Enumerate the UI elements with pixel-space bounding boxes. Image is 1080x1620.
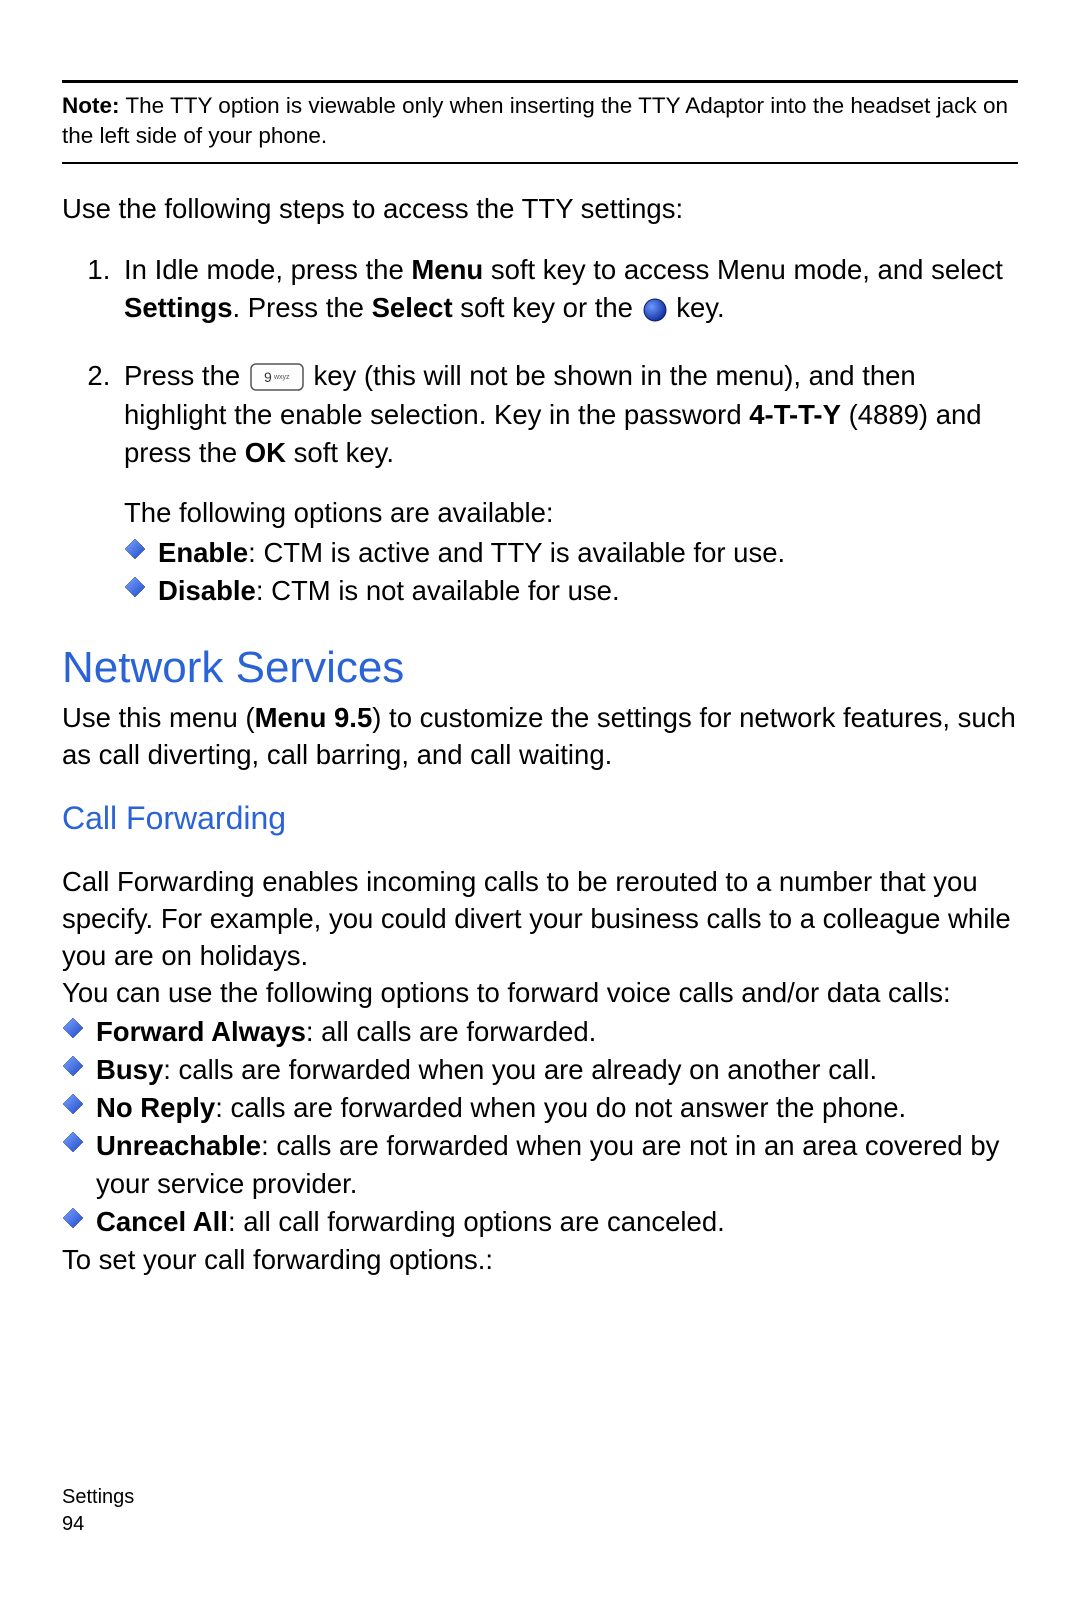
option-label: Disable xyxy=(158,575,256,606)
diamond-bullet-icon xyxy=(124,576,146,598)
tty-option-enable: Enable: CTM is active and TTY is availab… xyxy=(124,534,1018,571)
tty-intro: Use the following steps to access the TT… xyxy=(62,190,1018,227)
option-label: Cancel All xyxy=(96,1206,228,1237)
ns-text-a: Use this menu ( xyxy=(62,702,255,733)
diamond-bullet-icon xyxy=(62,1131,84,1153)
cf-option-cancel-all: Cancel All: all call forwarding options … xyxy=(62,1203,1018,1240)
tty-options-list: Enable: CTM is active and TTY is availab… xyxy=(124,534,1018,609)
tty-option-disable: Disable: CTM is not available for use. xyxy=(124,572,1018,609)
call-forwarding-heading: Call Forwarding xyxy=(62,800,1018,837)
option-label: No Reply xyxy=(96,1092,215,1123)
note-label: Note: xyxy=(62,93,120,118)
diamond-bullet-icon xyxy=(62,1055,84,1077)
step1-text-a: In Idle mode, press the xyxy=(124,254,411,285)
cf-option-busy: Busy: calls are forwarded when you are a… xyxy=(62,1051,1018,1088)
note-box: Note: The TTY option is viewable only wh… xyxy=(62,80,1018,164)
network-services-para: Use this menu (Menu 9.5) to customize th… xyxy=(62,699,1018,773)
nine-key-icon: 9wxyz xyxy=(250,358,304,396)
cf-option-no-reply: No Reply: calls are forwarded when you d… xyxy=(62,1089,1018,1126)
option-label: Busy xyxy=(96,1054,163,1085)
step2-after: The following options are available: xyxy=(124,494,1018,532)
step1-select: Select xyxy=(372,292,453,323)
cf-option-forward-always: Forward Always: all calls are forwarded. xyxy=(62,1013,1018,1050)
option-desc: : all call forwarding options are cancel… xyxy=(228,1206,725,1237)
step-1: In Idle mode, press the Menu soft key to… xyxy=(118,251,1018,329)
call-forwarding-options-list: Forward Always: all calls are forwarded.… xyxy=(62,1013,1018,1240)
step1-text-d: soft key or the xyxy=(453,292,641,323)
tty-steps-list: In Idle mode, press the Menu soft key to… xyxy=(62,251,1018,609)
network-services-heading: Network Services xyxy=(62,643,1018,693)
svg-text:9: 9 xyxy=(264,369,272,385)
diamond-bullet-icon xyxy=(62,1093,84,1115)
step1-menu: Menu xyxy=(411,254,483,285)
step-2: Press the 9wxyz key (this will not be sh… xyxy=(118,357,1018,610)
option-label: Enable xyxy=(158,537,248,568)
call-forwarding-p2: You can use the following options to for… xyxy=(62,974,1018,1011)
step1-text-e: key. xyxy=(669,292,725,323)
step1-text-b: soft key to access Menu mode, and select xyxy=(483,254,1003,285)
diamond-bullet-icon xyxy=(62,1017,84,1039)
call-forwarding-trailer: To set your call forwarding options.: xyxy=(62,1241,1018,1278)
diamond-bullet-icon xyxy=(62,1207,84,1229)
option-label: Unreachable xyxy=(96,1130,261,1161)
option-label: Forward Always xyxy=(96,1016,306,1047)
step2-text-a: Press the xyxy=(124,360,248,391)
page-footer: Settings 94 xyxy=(62,1484,134,1538)
note-text: The TTY option is viewable only when ins… xyxy=(62,93,1008,148)
option-desc: : calls are forwarded when you do not an… xyxy=(215,1092,906,1123)
svg-text:wxyz: wxyz xyxy=(273,374,290,381)
diamond-bullet-icon xyxy=(124,538,146,560)
step2-text-d: soft key. xyxy=(286,437,394,468)
option-desc: : calls are forwarded when you are alrea… xyxy=(163,1054,877,1085)
ns-menu95: Menu 9.5 xyxy=(255,702,373,733)
step1-settings: Settings xyxy=(124,292,232,323)
option-desc: : CTM is not available for use. xyxy=(256,575,620,606)
option-desc: : all calls are forwarded. xyxy=(306,1016,596,1047)
step2-password: 4-T-T-Y xyxy=(749,399,841,430)
option-desc: : CTM is active and TTY is available for… xyxy=(248,537,785,568)
footer-page-number: 94 xyxy=(62,1511,134,1538)
call-forwarding-p1: Call Forwarding enables incoming calls t… xyxy=(62,863,1018,974)
ok-center-key-icon xyxy=(643,291,667,329)
cf-option-unreachable: Unreachable: calls are forwarded when yo… xyxy=(62,1127,1018,1201)
step1-text-c: . Press the xyxy=(232,292,371,323)
footer-section: Settings xyxy=(62,1484,134,1511)
step2-ok: OK xyxy=(245,437,286,468)
